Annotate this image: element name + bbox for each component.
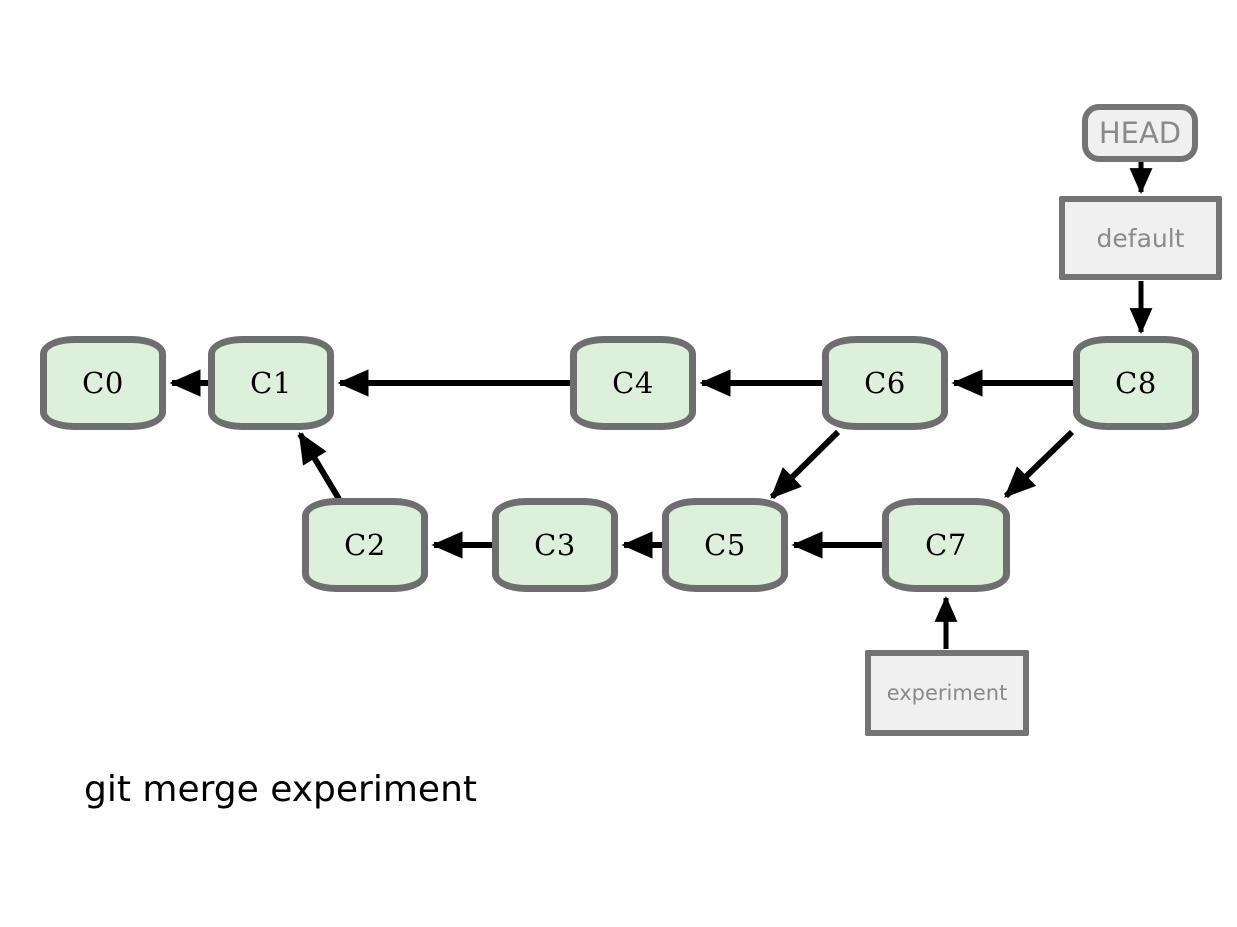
commit-node-c6[interactable]: C6 <box>822 336 948 430</box>
ref-label-default[interactable]: default <box>1059 196 1222 280</box>
commit-node-c5[interactable]: C5 <box>662 498 788 592</box>
commit-node-c4[interactable]: C4 <box>570 336 696 430</box>
commit-label: C0 <box>82 365 124 400</box>
commit-node-c7[interactable]: C7 <box>882 498 1010 592</box>
git-commit-graph-diagram: C0 C1 C4 C6 C8 C2 C3 C5 C7 HEAD default experiment… <box>0 0 1237 927</box>
commit-label: C8 <box>1115 365 1157 400</box>
commit-label: C1 <box>250 365 292 400</box>
commit-node-c3[interactable]: C3 <box>492 498 618 592</box>
commit-node-c2[interactable]: C2 <box>302 498 428 592</box>
ref-label-experiment[interactable]: experiment <box>865 650 1029 736</box>
diagram-caption: git merge experiment <box>84 769 478 810</box>
commit-label: C7 <box>925 527 967 562</box>
commit-node-c0[interactable]: C0 <box>40 336 166 430</box>
commit-label: C6 <box>864 365 906 400</box>
commit-label: C4 <box>612 365 654 400</box>
edge-c8-to-c7 <box>1003 429 1075 499</box>
ref-label-text: experiment <box>886 680 1008 705</box>
ref-label-text: HEAD <box>1098 115 1182 150</box>
commit-node-c1[interactable]: C1 <box>208 336 334 430</box>
commit-label: C3 <box>534 527 576 562</box>
commit-label: C5 <box>704 527 746 562</box>
ref-label-text: default <box>1096 223 1185 253</box>
edge-c2-to-c1 <box>297 431 342 501</box>
edge-c6-to-c5 <box>769 429 841 500</box>
ref-label-head[interactable]: HEAD <box>1082 104 1198 162</box>
commit-label: C2 <box>344 527 386 562</box>
commit-node-c8[interactable]: C8 <box>1073 336 1199 430</box>
